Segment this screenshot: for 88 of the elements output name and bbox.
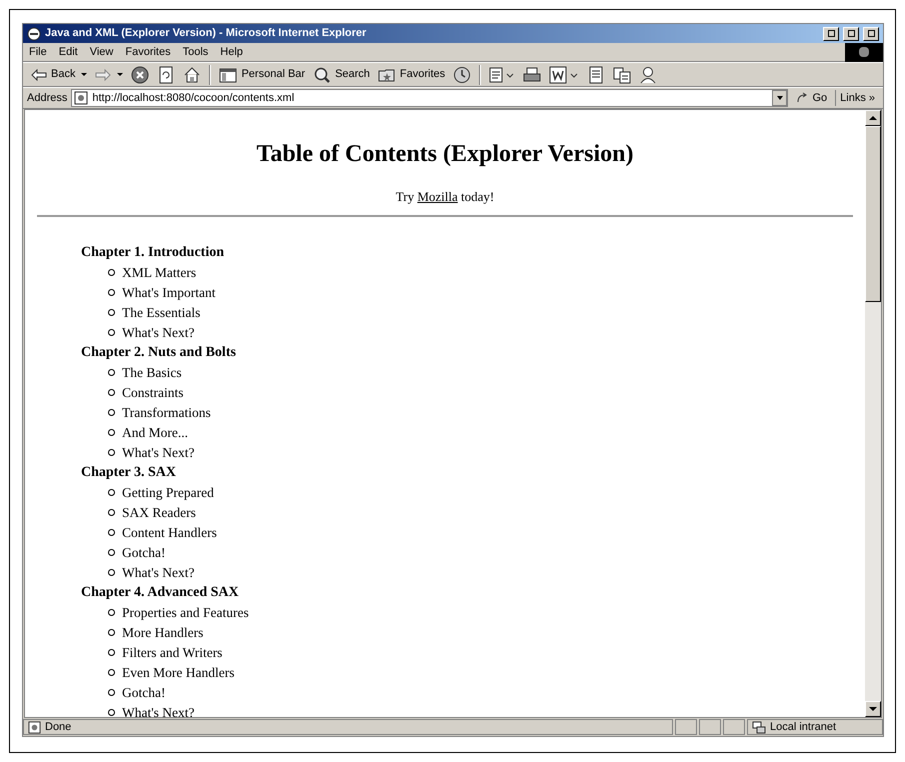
bullet-icon [108, 289, 115, 296]
mail-icon [489, 66, 516, 84]
section-item: What's Next? [122, 444, 195, 462]
menu-item[interactable]: Favorites [119, 44, 177, 60]
bullet-icon [108, 669, 115, 676]
minimize-button[interactable] [823, 26, 839, 40]
bullet-icon [108, 569, 115, 576]
page-heading: Table of Contents (Explorer Version) [256, 140, 634, 169]
section-item: Content Handlers [122, 524, 217, 542]
go-arrow-icon [796, 92, 808, 104]
back-arrow-icon [31, 68, 47, 80]
section-item: Filters and Writers [122, 644, 222, 662]
panel-icon [219, 66, 238, 84]
section-item: XML Matters [122, 264, 196, 282]
menu-item[interactable]: Tools [176, 44, 214, 60]
bullet-icon [108, 389, 115, 396]
bullet-icon [108, 489, 115, 496]
bullet-icon [108, 509, 115, 516]
menu-item[interactable]: Help [214, 44, 249, 60]
notepad-icon [587, 66, 606, 84]
bullet-icon [108, 449, 115, 456]
forward-arrow-icon [95, 68, 112, 80]
close-button[interactable] [863, 26, 879, 40]
page-icon [74, 91, 88, 105]
section-item: Transformations [122, 404, 211, 422]
person-icon [639, 66, 658, 84]
section-item: The Basics [122, 364, 182, 382]
bullet-icon [108, 329, 115, 336]
section-item: SAX Readers [122, 504, 196, 522]
browser-icon [27, 26, 41, 40]
toolbar-button[interactable]: Favorites [374, 64, 450, 86]
window-title: Java and XML (Explorer Version) - Microsoft Internet Explorer [45, 26, 368, 42]
bullet-icon [108, 609, 115, 616]
bullet-icon [108, 309, 115, 316]
dropdown-arrow-icon[interactable] [117, 73, 124, 76]
home-icon [183, 66, 202, 84]
maximize-button[interactable] [843, 26, 859, 40]
address-label: Address [27, 90, 68, 106]
section-item: More Handlers [122, 624, 204, 642]
menu-item[interactable]: Edit [52, 44, 84, 60]
section-item: Even More Handlers [122, 664, 234, 682]
bullet-icon [108, 369, 115, 376]
network-icon [752, 720, 766, 734]
bullet-icon [108, 689, 115, 696]
chapter-title: Chapter 2. Nuts and Bolts [81, 344, 237, 362]
bullet-icon [108, 529, 115, 536]
toolbar-button[interactable]: Personal Bar [215, 64, 310, 86]
bullet-icon [108, 269, 115, 276]
chapter-title: Chapter 1. Introduction [81, 244, 226, 262]
section-item: Getting Prepared [122, 484, 214, 502]
menu-item[interactable]: File [23, 44, 53, 60]
chapter-title: Chapter 3. SAX [81, 464, 178, 482]
scrollbar[interactable] [865, 110, 881, 717]
documents-icon [613, 66, 632, 84]
dropdown-arrow-icon[interactable] [81, 73, 88, 76]
document-dropdown-icon [549, 66, 580, 84]
toolbar-button[interactable]: Back [27, 64, 80, 86]
section-item: And More... [122, 424, 188, 442]
bullet-icon [108, 649, 115, 656]
go-button[interactable]: Go [792, 90, 832, 106]
section-item: Gotcha! [122, 684, 166, 702]
stop-icon [131, 66, 150, 84]
bullet-icon [108, 549, 115, 556]
links-button[interactable]: Links » [835, 90, 879, 106]
bullet-icon [108, 629, 115, 636]
section-item: What's Important [122, 284, 216, 302]
section-item: Properties and Features [122, 604, 249, 622]
section-item: Gotcha! [122, 544, 166, 562]
printer-icon [523, 66, 542, 84]
search-icon [313, 66, 332, 84]
section-item: What's Next? [122, 704, 195, 717]
chapter-title: Chapter 4. Advanced SAX [81, 584, 240, 602]
address-field[interactable]: http://localhost:8080/cocoon/contents.xml [71, 89, 788, 107]
menu-item[interactable]: View [84, 44, 120, 60]
bullet-icon [108, 429, 115, 436]
section-item: The Essentials [122, 304, 200, 322]
section-item: What's Next? [122, 324, 195, 342]
status-text: Done [45, 720, 72, 735]
toolbar-button[interactable]: Search [309, 64, 374, 86]
bullet-icon [108, 409, 115, 416]
mozilla-link[interactable]: Mozilla [417, 189, 458, 204]
section-item: What's Next? [122, 564, 195, 582]
history-icon [453, 66, 472, 84]
refresh-icon [157, 66, 176, 84]
section-item: Constraints [122, 384, 184, 402]
zone-text: Local intranet [770, 720, 836, 735]
promo-text: Try Mozilla today! [394, 188, 496, 206]
bullet-icon [108, 709, 115, 716]
